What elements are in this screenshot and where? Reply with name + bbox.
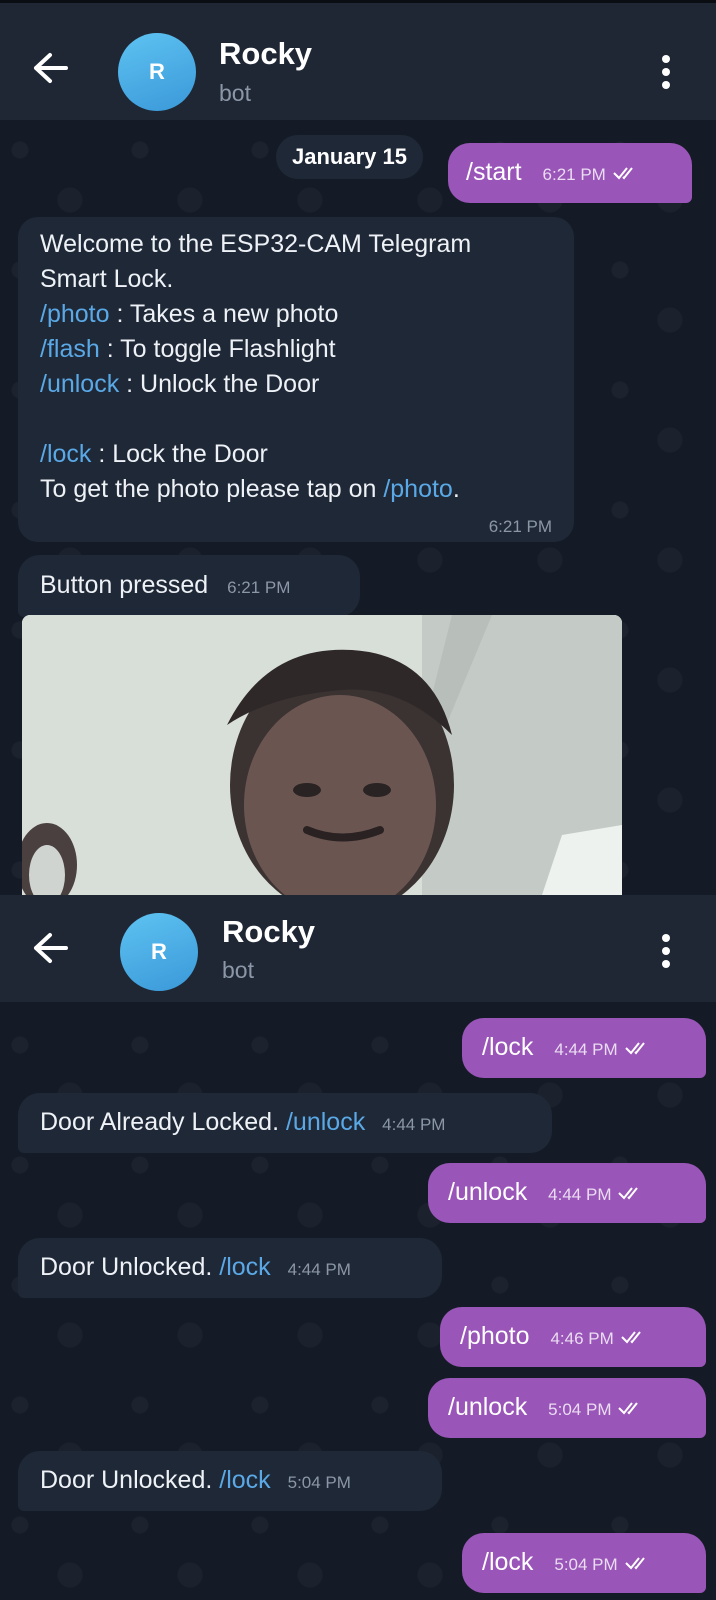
command-link[interactable]: /unlock — [40, 370, 119, 398]
welcome-line: Welcome to the ESP32-CAM Telegram — [40, 230, 472, 258]
message-text: Door Unlocked. — [40, 1253, 220, 1281]
chat-title[interactable]: Rocky — [219, 36, 312, 72]
outgoing-message[interactable]: /unlock 4:44 PM — [428, 1163, 706, 1223]
message-text: Door Already Locked. — [40, 1108, 286, 1136]
message-time: 4:44 PM — [287, 1260, 351, 1279]
command-desc: : Lock the Door — [91, 440, 268, 468]
back-arrow-icon[interactable] — [30, 51, 70, 85]
chat-title[interactable]: Rocky — [222, 914, 315, 950]
command-link[interactable]: /lock — [40, 440, 91, 468]
message-text: Button pressed — [40, 571, 209, 599]
command-link[interactable]: /lock — [219, 1466, 270, 1494]
message-time: 5:04 PM — [554, 1555, 618, 1574]
welcome-line: Smart Lock. — [40, 265, 174, 293]
chat-status: bot — [222, 957, 254, 983]
message-text: /photo — [460, 1322, 530, 1350]
command-link[interactable]: /flash — [40, 335, 100, 363]
double-check-icon — [613, 167, 633, 180]
command-desc: : Unlock the Door — [119, 370, 320, 398]
message-time: 6:21 PM — [488, 517, 552, 536]
command-desc: : To toggle Flashlight — [99, 335, 336, 363]
outgoing-message[interactable]: /unlock 5:04 PM — [428, 1378, 706, 1438]
incoming-message[interactable]: Button pressed 6:21 PM — [18, 555, 360, 617]
back-arrow-icon[interactable] — [30, 931, 70, 965]
outgoing-message[interactable]: /start 6:21 PM — [448, 143, 692, 203]
message-text: /unlock — [448, 1178, 528, 1206]
chat-screen-top: R Rocky bot January 15 /start 6:21 PM We… — [0, 0, 716, 895]
tap-text: To get the photo please tap on — [40, 475, 384, 503]
more-vert-icon[interactable] — [661, 55, 671, 89]
avatar[interactable]: R — [118, 33, 196, 111]
outgoing-message[interactable]: /photo 4:46 PM — [440, 1307, 706, 1367]
message-time: 4:46 PM — [550, 1329, 614, 1348]
chat-header: R Rocky bot — [0, 0, 716, 120]
incoming-message[interactable]: Door Unlocked. /lock 4:44 PM — [18, 1238, 442, 1298]
incoming-message[interactable]: Welcome to the ESP32-CAM Telegram Smart … — [18, 217, 574, 542]
double-check-icon — [618, 1187, 639, 1200]
command-desc: : Takes a new photo — [109, 300, 339, 328]
chat-header: R Rocky bot — [0, 895, 716, 1002]
message-text: /lock — [482, 1033, 534, 1061]
double-check-icon — [618, 1402, 639, 1415]
outgoing-message[interactable]: /lock 4:44 PM — [462, 1018, 706, 1078]
date-separator: January 15 — [276, 135, 423, 179]
message-time: 5:04 PM — [287, 1473, 351, 1492]
message-time: 4:44 PM — [382, 1115, 446, 1134]
double-check-icon — [621, 1331, 641, 1344]
double-check-icon — [624, 1557, 645, 1570]
message-time: 4:44 PM — [554, 1040, 618, 1059]
message-text: /start — [466, 158, 522, 186]
chat-status: bot — [219, 80, 251, 106]
message-text: /lock — [482, 1548, 534, 1576]
message-time: 6:21 PM — [542, 165, 606, 184]
photo-message[interactable] — [22, 615, 622, 895]
message-text: /unlock — [448, 1393, 528, 1421]
outgoing-message[interactable]: /lock 5:04 PM — [462, 1533, 706, 1593]
avatar[interactable]: R — [120, 913, 198, 991]
command-link[interactable]: /photo — [383, 475, 453, 503]
message-time: 6:21 PM — [227, 578, 291, 597]
double-check-icon — [624, 1042, 645, 1055]
photo-image — [22, 615, 622, 895]
command-link[interactable]: /photo — [40, 300, 110, 328]
message-time: 4:44 PM — [548, 1185, 612, 1204]
incoming-message[interactable]: Door Already Locked. /unlock 4:44 PM — [18, 1093, 552, 1153]
more-vert-icon[interactable] — [661, 934, 671, 968]
command-link[interactable]: /unlock — [286, 1108, 365, 1136]
chat-screen-bottom: R Rocky bot /lock 4:44 PM Door Already L… — [0, 895, 716, 1600]
message-text: Door Unlocked. — [40, 1466, 220, 1494]
command-link[interactable]: /lock — [219, 1253, 270, 1281]
incoming-message[interactable]: Door Unlocked. /lock 5:04 PM — [18, 1451, 442, 1511]
message-time: 5:04 PM — [548, 1400, 612, 1419]
